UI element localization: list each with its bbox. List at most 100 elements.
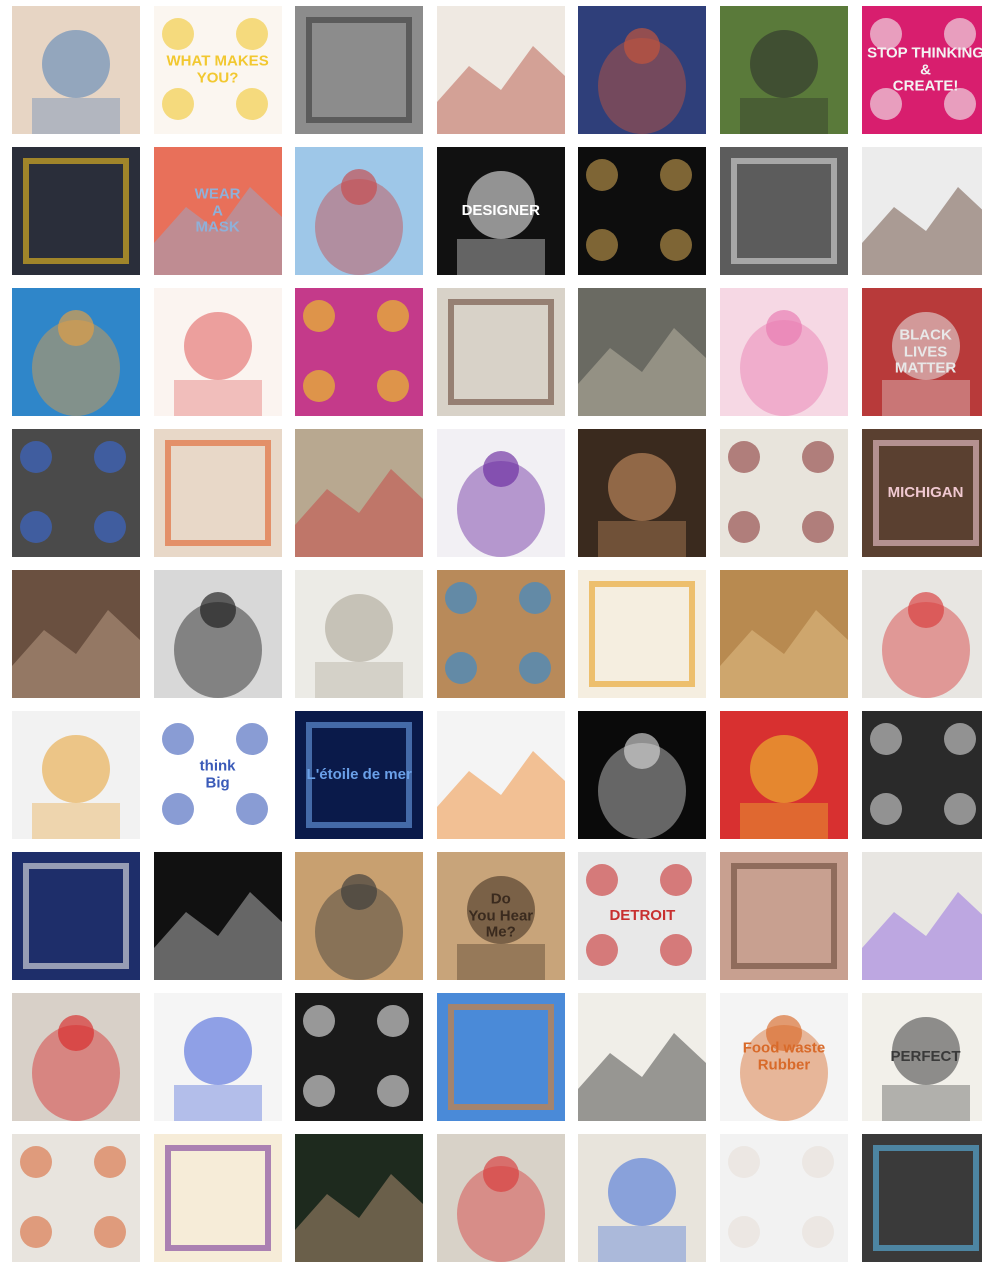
tile-museum-gallery[interactable]	[295, 852, 424, 980]
tile-autumn-trees[interactable]	[436, 993, 565, 1121]
tile-image	[32, 310, 120, 416]
tile-red-floral-collage[interactable]	[719, 711, 848, 839]
tile-superman-portrait[interactable]	[12, 147, 140, 275]
tile-image	[315, 874, 404, 980]
tile-image	[295, 1174, 424, 1262]
tile-anime-illustration[interactable]	[578, 570, 707, 698]
tile-purple-sign[interactable]	[861, 852, 982, 980]
tile-image	[456, 171, 545, 275]
tile-image	[739, 310, 828, 416]
tile-double-selfie[interactable]	[719, 852, 848, 980]
tile-colorful-costumes[interactable]	[295, 288, 424, 416]
tile-stage-performance[interactable]: L'étoile de mer	[295, 711, 424, 839]
tile-camera-screen[interactable]	[861, 1134, 982, 1262]
tile-image	[727, 1146, 834, 1248]
tile-rock-sculpture[interactable]	[861, 147, 982, 275]
tile-painted-circles[interactable]	[436, 570, 565, 698]
tile-gallery-performance[interactable]	[436, 1134, 565, 1262]
tile-stop-thinking-create[interactable]: STOP THINKING & CREATE!	[861, 6, 982, 134]
tile-white-sculpture-hug[interactable]	[719, 1134, 848, 1262]
tile-studio-critique[interactable]	[719, 429, 848, 557]
tile-what-makes-you[interactable]: WHAT MAKES YOU?	[153, 6, 282, 134]
tile-image	[456, 451, 545, 557]
tile-graphite-drawing[interactable]	[719, 147, 848, 275]
tile-image	[869, 723, 976, 825]
tile-studio-floor-work[interactable]	[578, 288, 707, 416]
tile-detroit-guide[interactable]: DETROIT	[578, 852, 707, 980]
tile-image	[153, 187, 282, 275]
tile-cinema-screen[interactable]	[578, 711, 707, 839]
tile-red-jacket[interactable]	[12, 993, 140, 1121]
tile-pink-shirts-illustration[interactable]	[719, 288, 848, 416]
tile-jumping-figures[interactable]	[295, 147, 424, 275]
tile-white-octopus[interactable]	[295, 993, 424, 1121]
tile-paper-pile[interactable]	[861, 570, 982, 698]
tile-image	[578, 328, 707, 416]
tile-image	[739, 30, 828, 134]
tile-house-signs[interactable]: BLACK LIVES MATTER	[861, 288, 982, 416]
tile-red-dots[interactable]	[153, 288, 282, 416]
tile-textured-surface[interactable]	[719, 570, 848, 698]
tile-swimming-pool[interactable]	[12, 288, 140, 416]
tile-sketch-two-faces[interactable]	[436, 6, 565, 134]
tile-do-you-hear-me[interactable]: Do You Hear Me?	[436, 852, 565, 980]
tile-painted-portrait-blue[interactable]	[578, 6, 707, 134]
tile-image	[303, 1005, 410, 1107]
tile-orange-jacket[interactable]	[436, 711, 565, 839]
tile-woman-in-garden[interactable]	[719, 6, 848, 134]
tile-image	[23, 863, 129, 969]
tile-image	[869, 18, 976, 120]
tile-image	[586, 159, 693, 261]
tile-selfie-peace-sign[interactable]	[578, 429, 707, 557]
tile-man-in-shadow[interactable]	[295, 1134, 424, 1262]
tile-image	[436, 46, 565, 134]
tile-image	[730, 863, 837, 969]
tile-image	[872, 440, 979, 546]
tile-candy-wrappers[interactable]	[153, 993, 282, 1121]
tile-film-strips[interactable]	[153, 852, 282, 980]
tile-botanical-sketches[interactable]	[578, 993, 707, 1121]
tile-artist-at-table[interactable]	[295, 429, 424, 557]
tile-think-big[interactable]: think Big	[153, 711, 282, 839]
tile-image	[12, 610, 140, 698]
tile-bw-smiling-man[interactable]	[861, 711, 982, 839]
tile-purple-handwriting[interactable]	[153, 1134, 282, 1262]
tile-image	[447, 299, 554, 405]
tile-elderly-woman-drawing[interactable]	[295, 6, 424, 134]
tile-framed-photo-woman[interactable]	[578, 1134, 707, 1262]
tile-designer-pattern[interactable]: DESIGNER	[436, 147, 565, 275]
tile-colorful-studio[interactable]	[153, 429, 282, 557]
tile-wear-a-mask[interactable]: WEAR A MASK	[153, 147, 282, 275]
tile-collage-wall[interactable]	[12, 1134, 140, 1262]
tile-alley-buildings[interactable]	[12, 570, 140, 698]
tile-image	[20, 441, 126, 543]
tile-image	[306, 17, 413, 123]
tile-image	[881, 592, 970, 698]
tile-image	[306, 722, 413, 828]
tile-image	[578, 1033, 707, 1121]
tile-image	[173, 592, 262, 698]
tile-printer-room[interactable]	[295, 570, 424, 698]
tile-purple-suit[interactable]	[436, 429, 565, 557]
tile-blue-textiles[interactable]	[12, 852, 140, 980]
tile-hotdog-illustration[interactable]	[12, 711, 140, 839]
tile-image	[315, 169, 404, 275]
tile-food-waste-rubber[interactable]: Food waste Rubber	[719, 993, 848, 1121]
tile-woman-lightning-shirt[interactable]	[12, 429, 140, 557]
tile-image	[586, 864, 693, 966]
tile-cone-and-bust[interactable]	[578, 147, 707, 275]
tile-image	[739, 735, 828, 839]
tile-image	[315, 594, 404, 698]
tile-image	[881, 312, 970, 416]
tile-painted-man-portrait[interactable]	[436, 288, 565, 416]
tile-image	[161, 18, 268, 120]
tile-portrait-blue-shirt[interactable]	[12, 6, 140, 134]
tile-perfect-sketch[interactable]: PERFECT	[861, 993, 982, 1121]
tile-image	[872, 1145, 979, 1251]
tile-michigan-shirt[interactable]: MICHIGAN	[861, 429, 982, 557]
photo-gallery-grid: WHAT MAKES YOU? STOP THINKING & CREATE! WE…	[0, 0, 982, 1262]
tile-image	[589, 581, 696, 687]
tile-ink-cityscape[interactable]	[153, 570, 282, 698]
tile-image	[447, 1004, 554, 1110]
tile-image	[598, 453, 687, 557]
